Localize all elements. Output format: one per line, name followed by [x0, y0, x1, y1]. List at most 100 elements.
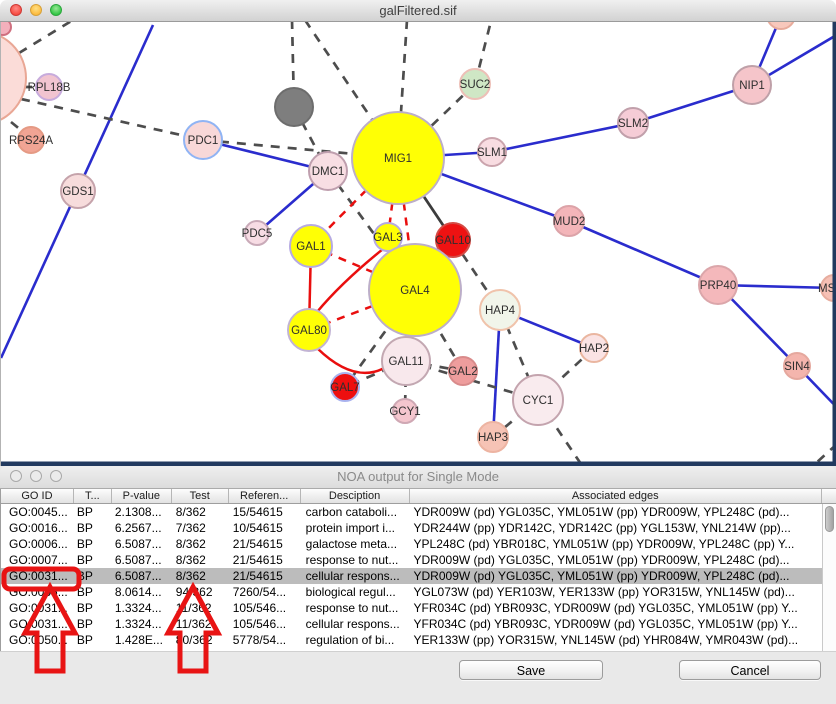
cell-desciption: cellular respons... [301, 568, 410, 584]
table-row[interactable]: GO:0007...BP6.5087...8/36221/54615respon… [1, 552, 822, 568]
node-label-GAL10: GAL10 [435, 235, 471, 247]
node-label-GAL11: GAL11 [389, 356, 424, 368]
node-label-GAL2: GAL2 [448, 366, 477, 378]
table-row[interactable]: GO:0065...BP8.0614...94/3627260/54...bio… [1, 584, 822, 600]
column-header-associated_edges[interactable]: Associated edges [410, 489, 823, 503]
node-big-node[interactable] [0, 31, 26, 125]
cell-p_value: 6.5087... [112, 552, 172, 568]
cell-desciption: regulation of bi... [301, 632, 410, 648]
table-row[interactable]: GO:0045...BP2.1308...8/36215/54615carbon… [1, 504, 822, 520]
cell-p_value: 1.3324... [112, 600, 172, 616]
cell-reference: 21/54615 [229, 552, 301, 568]
table-row[interactable]: GO:0050...BP1.428E...80/3625778/54...reg… [1, 632, 822, 648]
cell-type: BP [74, 552, 112, 568]
node-label-DMC1: DMC1 [312, 166, 345, 178]
node-label-PDC1: PDC1 [188, 135, 219, 147]
column-header-p_value[interactable]: P-value [112, 489, 172, 503]
column-header-test[interactable]: Test [172, 489, 229, 503]
cell-associated_edges: YGL073W (pd) YER103W, YER133W (pp) YOR31… [410, 584, 822, 600]
cell-reference: 7260/54... [229, 584, 301, 600]
cell-associated_edges: YER133W (pp) YOR315W, YNL145W (pd) YHR08… [410, 632, 822, 648]
node-label-RPS24A: RPS24A [9, 135, 53, 147]
node-label-MUD2: MUD2 [553, 216, 586, 228]
table-row[interactable]: GO:0031...BP1.3324...11/362105/546...cel… [1, 616, 822, 632]
node-label-SUC2: SUC2 [460, 79, 491, 91]
cell-associated_edges: YDR009W (pd) YGL035C, YML051W (pp) YDR00… [410, 552, 822, 568]
table-row[interactable]: GO:0016...BP6.2567...7/36210/54615protei… [1, 520, 822, 536]
cell-type: BP [74, 520, 112, 536]
cell-go_id: GO:0007... [1, 552, 74, 568]
cell-test: 80/362 [172, 632, 229, 648]
noa-window-title: NOA output for Single Mode [0, 469, 836, 484]
graph-edge [492, 123, 633, 152]
column-header-desciption[interactable]: Desciption [301, 489, 410, 503]
cell-p_value: 6.5087... [112, 536, 172, 552]
node-label-GCY1: GCY1 [389, 406, 420, 418]
cell-reference: 21/54615 [229, 536, 301, 552]
vertical-scrollbar[interactable] [822, 504, 836, 651]
cell-test: 8/362 [172, 536, 229, 552]
node-label-GAL80: GAL80 [291, 325, 327, 337]
cell-go_id: GO:0031... [1, 616, 74, 632]
column-header-type[interactable]: T... [74, 489, 112, 503]
cell-go_id: GO:0016... [1, 520, 74, 536]
graph-window-title: galFiltered.sif [0, 3, 836, 18]
cell-p_value: 8.0614... [112, 584, 172, 600]
graph-window-titlebar: galFiltered.sif [0, 0, 836, 22]
button-bar: Save Cancel [0, 651, 836, 704]
cell-type: BP [74, 504, 112, 520]
noa-window-titlebar: NOA output for Single Mode [0, 466, 836, 489]
cell-test: 8/362 [172, 504, 229, 520]
node-label-GAL1: GAL1 [296, 241, 325, 253]
save-button[interactable]: Save [459, 660, 603, 680]
cell-associated_edges: YFR034C (pd) YBR093C, YDR009W (pd) YGL03… [410, 616, 822, 632]
node-corner-node[interactable] [0, 22, 11, 35]
node-label-HAP3: HAP3 [478, 432, 508, 444]
cell-test: 8/362 [172, 552, 229, 568]
node-label-GDS1: GDS1 [62, 186, 93, 198]
network-canvas[interactable]: RPL18BRPS24AGDS1PDC1DMC1MIG1SUC2SLM1SLM2… [0, 22, 836, 466]
table-row[interactable]: GO:0031...BP1.3324...11/362105/546...res… [1, 600, 822, 616]
node-label-SLM2: SLM2 [618, 118, 648, 130]
cell-reference: 105/546... [229, 600, 301, 616]
cell-associated_edges: YFR034C (pd) YBR093C, YDR009W (pd) YGL03… [410, 600, 822, 616]
node-label-PRP40: PRP40 [700, 280, 736, 292]
table-row[interactable]: GO:0031...BP6.5087...8/36221/54615cellul… [1, 568, 822, 584]
cell-reference: 105/546... [229, 616, 301, 632]
cell-p_value: 1.3324... [112, 616, 172, 632]
cell-type: BP [74, 616, 112, 632]
cell-desciption: galactose meta... [301, 536, 410, 552]
cell-associated_edges: YDR009W (pd) YGL035C, YML051W (pp) YDR00… [410, 504, 822, 520]
graph-edge [569, 221, 718, 285]
cell-desciption: biological regul... [301, 584, 410, 600]
cell-associated_edges: YDR244W (pp) YDR142C, YDR142C (pp) YGL15… [410, 520, 822, 536]
node-label-SIN4: SIN4 [784, 361, 810, 373]
node-top-node[interactable] [767, 22, 795, 29]
node-label-GAL3: GAL3 [373, 232, 402, 244]
cell-associated_edges: YDR009W (pd) YGL035C, YML051W (pp) YDR00… [410, 568, 822, 584]
node-gray-node[interactable] [275, 88, 313, 126]
graph-edge [317, 348, 386, 373]
screen: galFiltered.sif RPL18BRPS24AGDS1PDC1DMC1… [0, 0, 836, 704]
cell-type: BP [74, 632, 112, 648]
cell-reference: 5778/54... [229, 632, 301, 648]
cancel-button[interactable]: Cancel [679, 660, 821, 680]
cell-type: BP [74, 568, 112, 584]
node-label-SLM1: SLM1 [477, 147, 507, 159]
node-label-GAL7: GAL7 [330, 382, 359, 394]
cell-type: BP [74, 536, 112, 552]
results-table: GO:0045...BP2.1308...8/36215/54615carbon… [0, 504, 822, 651]
node-label-HAP4: HAP4 [485, 305, 516, 317]
cell-reference: 21/54615 [229, 568, 301, 584]
cell-test: 94/362 [172, 584, 229, 600]
scrollbar-thumb[interactable] [825, 506, 834, 532]
table-row[interactable]: GO:0006...BP6.5087...8/36221/54615galact… [1, 536, 822, 552]
column-header-go_id[interactable]: GO ID [1, 489, 74, 503]
node-label-PDC5: PDC5 [242, 228, 273, 240]
column-header-reference[interactable]: Referen... [229, 489, 301, 503]
cell-desciption: response to nut... [301, 552, 410, 568]
cell-desciption: cellular respons... [301, 616, 410, 632]
cell-go_id: GO:0065... [1, 584, 74, 600]
cell-type: BP [74, 584, 112, 600]
node-label-CYC1: CYC1 [523, 395, 554, 407]
